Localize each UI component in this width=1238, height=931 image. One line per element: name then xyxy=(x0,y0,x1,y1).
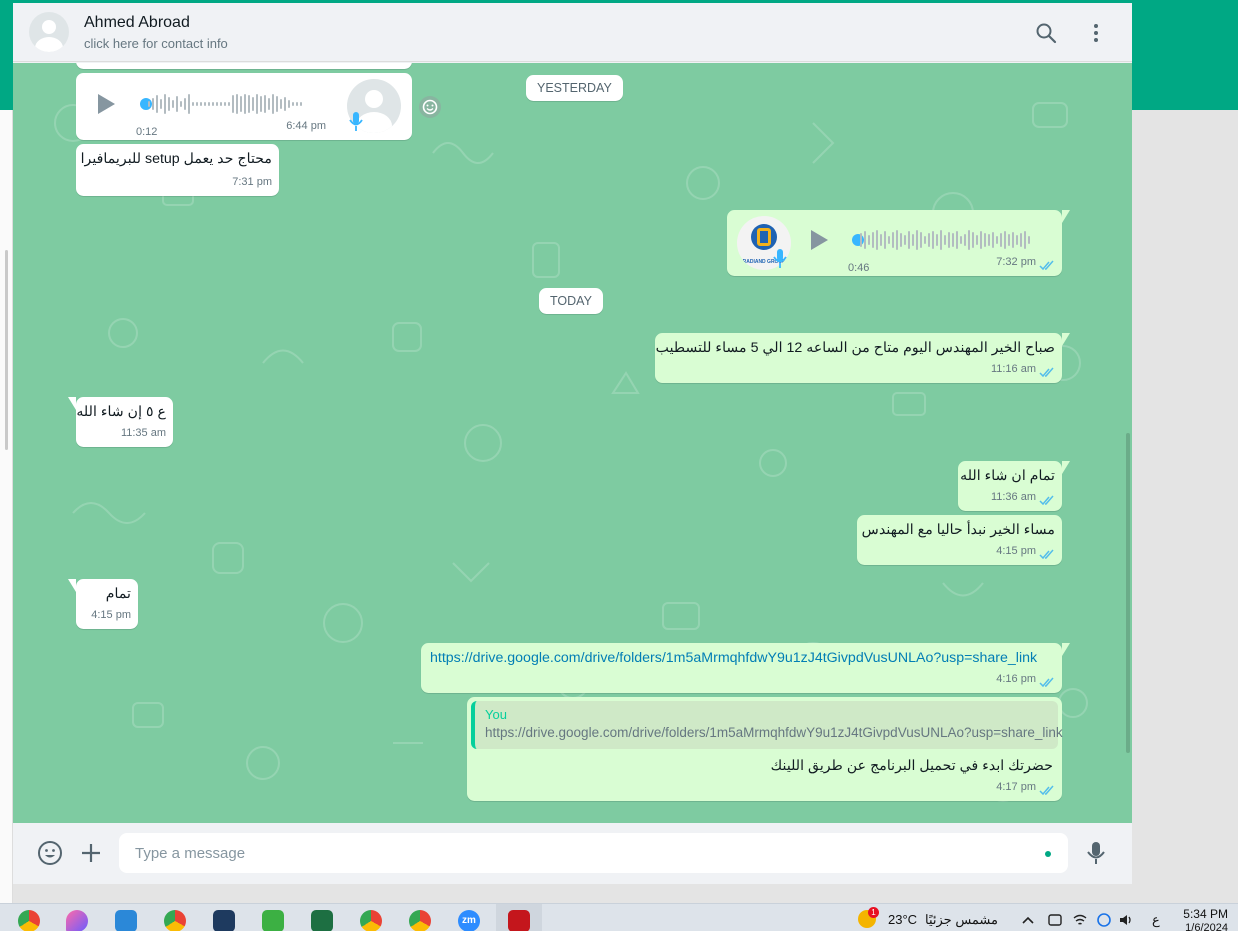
acrobat-icon[interactable] xyxy=(508,910,530,931)
message-time: 4:15 pm xyxy=(996,545,1036,557)
search-icon[interactable] xyxy=(1034,21,1058,45)
message-outgoing[interactable]: تمام ان شاء الله 11:36 am xyxy=(958,461,1070,511)
excel-icon[interactable] xyxy=(311,910,333,931)
date-divider-today: TODAY xyxy=(539,288,603,314)
message-outgoing[interactable]: صباح الخير المهندس اليوم متاح من الساعه … xyxy=(655,333,1070,383)
message-time: 6:44 pm xyxy=(286,120,326,132)
mic-icon xyxy=(349,112,363,131)
message-time: 7:31 pm xyxy=(232,176,272,188)
composer xyxy=(13,823,1132,884)
double-check-icon xyxy=(1039,785,1054,796)
quoted-sender: You xyxy=(485,707,507,722)
message-time: 4:16 pm xyxy=(996,673,1036,685)
message-list-scrollbar[interactable] xyxy=(1126,433,1130,753)
message-input[interactable] xyxy=(119,833,1068,873)
clock-date[interactable]: 1/6/2024 xyxy=(1185,922,1228,931)
message-text: تمام ان شاء الله xyxy=(960,468,1055,484)
weather-text[interactable]: مشمس جزئيًا xyxy=(925,912,998,928)
photos-icon[interactable] xyxy=(115,910,137,931)
message-time: 11:16 am xyxy=(990,363,1036,375)
clock-time[interactable]: 5:34 PM xyxy=(1183,907,1228,921)
message-time: 11:36 am xyxy=(990,491,1036,503)
voice-message-incoming[interactable]: 0:12 6:44 pm xyxy=(76,73,412,140)
message-text: محتاج حد يعمل setup للبريمافيرا xyxy=(80,151,272,167)
date-divider-yesterday: YESTERDAY xyxy=(526,75,623,101)
double-check-icon xyxy=(1039,367,1054,378)
double-check-icon xyxy=(1039,549,1054,560)
conversation-header[interactable]: Ahmed Abroad click here for contact info xyxy=(13,3,1132,62)
volume-icon[interactable] xyxy=(1118,912,1134,928)
paint-icon[interactable] xyxy=(66,910,88,931)
contact-avatar[interactable] xyxy=(29,12,69,52)
voice-duration: 0:46 xyxy=(848,262,870,274)
message-outgoing-link[interactable]: https://drive.google.com/drive/folders/1… xyxy=(421,643,1070,693)
double-check-icon xyxy=(1039,495,1054,506)
voice-duration: 0:12 xyxy=(136,126,158,138)
message-text: تمام xyxy=(105,586,131,602)
app-icon[interactable] xyxy=(213,910,235,931)
quoted-message[interactable]: You https://drive.google.com/drive/folde… xyxy=(471,701,1063,749)
message-text: حضرتك ابدء في تحميل البرنامج عن طريق الل… xyxy=(770,758,1053,774)
wifi-icon[interactable] xyxy=(1072,912,1088,928)
plus-icon[interactable] xyxy=(78,840,104,866)
message-bubble-cutoff[interactable] xyxy=(76,63,412,69)
contact-info-hint[interactable]: click here for contact info xyxy=(84,36,228,51)
play-icon[interactable] xyxy=(98,94,115,114)
voice-message-outgoing[interactable]: RADIAND GROUP 0:46 7:32 pm xyxy=(727,210,1070,276)
play-icon[interactable] xyxy=(811,230,828,250)
weather-badge: 1 xyxy=(868,907,879,918)
camtasia-icon[interactable] xyxy=(262,910,284,931)
network-icon[interactable] xyxy=(1096,912,1112,928)
double-check-icon xyxy=(1039,260,1054,271)
chevron-up-icon[interactable] xyxy=(1021,915,1035,925)
chat-list-edge xyxy=(0,110,13,903)
weather-temp[interactable]: 23°C xyxy=(888,912,917,927)
message-outgoing-reply[interactable]: You https://drive.google.com/drive/folde… xyxy=(467,697,1063,801)
contact-name[interactable]: Ahmed Abroad xyxy=(84,14,190,32)
mic-icon xyxy=(773,249,787,268)
more-vertical-icon[interactable] xyxy=(1084,21,1108,45)
message-text: ع ٥ إن شاء الله xyxy=(76,404,166,420)
quoted-text: https://drive.google.com/drive/folders/1… xyxy=(485,725,1063,740)
chrome-profile-icon[interactable] xyxy=(360,910,382,931)
windows-taskbar: zm 1 23°C مشمس جزئيًا ع 5:34 PM 1/6/2024 xyxy=(0,903,1238,931)
message-incoming[interactable]: محتاج حد يعمل setup للبريمافيرا 7:31 pm xyxy=(76,144,279,196)
conversation-panel: Ahmed Abroad click here for contact info xyxy=(13,3,1132,884)
emoji-react-icon[interactable] xyxy=(418,95,442,119)
double-check-icon xyxy=(1039,677,1054,688)
message-incoming[interactable]: ع ٥ إن شاء الله 11:35 am xyxy=(68,397,173,447)
voice-waveform[interactable] xyxy=(148,93,302,115)
message-text: مساء الخير نبدأ حاليا مع المهندس xyxy=(861,522,1055,538)
input-language[interactable]: ع xyxy=(1152,912,1160,928)
chrome-profile-icon[interactable] xyxy=(164,910,186,931)
voice-waveform[interactable] xyxy=(860,229,1030,251)
message-text: صباح الخير المهندس اليوم متاح من الساعه … xyxy=(655,340,1055,356)
chrome-profile-icon[interactable] xyxy=(409,910,431,931)
chrome-icon[interactable] xyxy=(18,910,40,931)
message-outgoing[interactable]: مساء الخير نبدأ حاليا مع المهندس 4:15 pm xyxy=(857,515,1062,565)
message-link[interactable]: https://drive.google.com/drive/folders/1… xyxy=(430,649,1055,668)
message-time: 7:32 pm xyxy=(996,256,1036,268)
message-list[interactable]: 0:12 6:44 pm YESTERDAY محتاج حد يعمل set… xyxy=(13,63,1132,823)
message-incoming[interactable]: تمام 4:15 pm xyxy=(68,579,138,629)
message-time: 4:15 pm xyxy=(91,609,131,621)
input-status-dot xyxy=(1045,851,1051,857)
emoji-icon[interactable] xyxy=(37,840,63,866)
zoom-icon[interactable]: zm xyxy=(458,910,480,931)
mic-icon[interactable] xyxy=(1083,840,1109,866)
chat-list-scrollbar[interactable] xyxy=(5,250,8,450)
message-time: 11:35 am xyxy=(120,427,166,439)
tray-app-icon[interactable] xyxy=(1047,912,1063,928)
message-time: 4:17 pm xyxy=(996,781,1036,793)
